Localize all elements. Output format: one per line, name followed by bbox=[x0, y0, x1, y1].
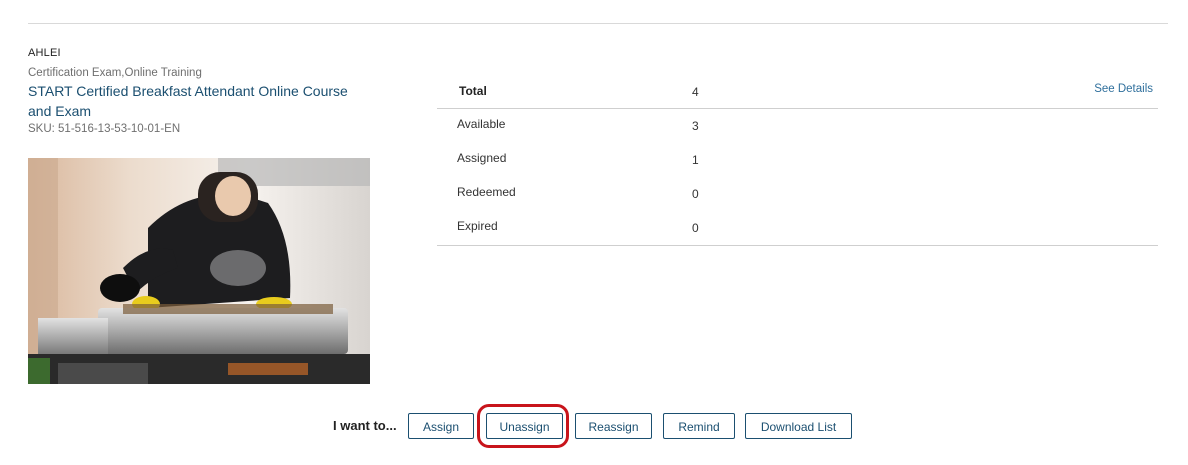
unassign-button[interactable]: Unassign bbox=[486, 413, 563, 439]
stats-value: 1 bbox=[692, 153, 699, 167]
stats-row-redeemed: Redeemed 0 bbox=[437, 177, 1158, 211]
product-categories: Certification Exam,Online Training bbox=[28, 67, 202, 79]
top-divider bbox=[28, 23, 1168, 24]
stats-total-label: Total bbox=[459, 84, 487, 98]
download-list-button[interactable]: Download List bbox=[745, 413, 852, 439]
stats-row-total: Total 4 See Details bbox=[437, 76, 1158, 109]
stats-value: 0 bbox=[692, 221, 699, 235]
remind-button[interactable]: Remind bbox=[663, 413, 735, 439]
see-details-link[interactable]: See Details bbox=[1094, 83, 1153, 95]
stats-value: 0 bbox=[692, 187, 699, 201]
action-bar: I want to... Assign Unassign Reassign Re… bbox=[0, 404, 1188, 448]
stats-row-assigned: Assigned 1 bbox=[437, 143, 1158, 177]
stats-label: Redeemed bbox=[457, 185, 516, 199]
reassign-button[interactable]: Reassign bbox=[575, 413, 652, 439]
assign-button[interactable]: Assign bbox=[408, 413, 474, 439]
product-info: AHLEI Certification Exam,Online Training… bbox=[28, 47, 373, 135]
i-want-to-label: I want to... bbox=[333, 418, 397, 433]
product-title[interactable]: START Certified Breakfast Attendant Onli… bbox=[28, 81, 373, 121]
stats-row-available: Available 3 bbox=[437, 109, 1158, 143]
quantity-summary-table: Total 4 See Details Available 3 Assigned… bbox=[437, 76, 1158, 246]
stats-label: Assigned bbox=[457, 151, 507, 165]
stats-total-value: 4 bbox=[692, 85, 699, 99]
product-vendor: AHLEI bbox=[28, 47, 61, 59]
stats-label: Available bbox=[457, 117, 506, 131]
stats-row-expired: Expired 0 bbox=[437, 211, 1158, 246]
stats-label: Expired bbox=[457, 219, 498, 233]
stats-value: 3 bbox=[692, 119, 699, 133]
product-sku: SKU: 51-516-13-53-10-01-EN bbox=[28, 123, 181, 135]
product-image bbox=[28, 158, 370, 384]
